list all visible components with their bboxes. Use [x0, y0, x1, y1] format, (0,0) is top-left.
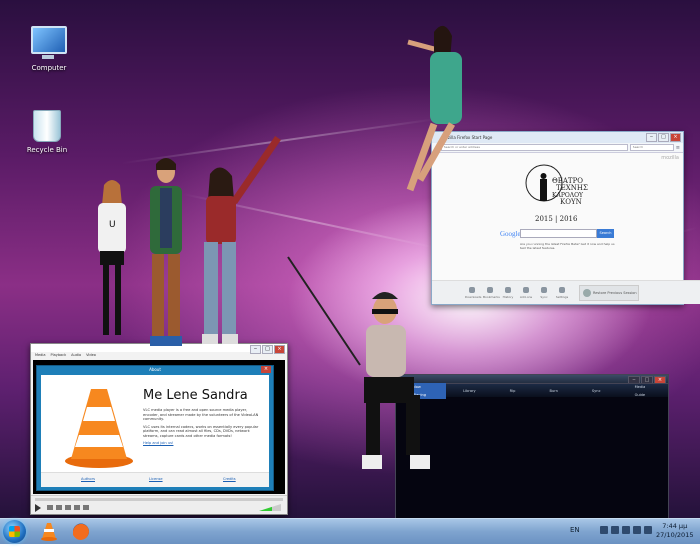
- desktop-background: Computer Recycle Bin Mozilla Firefox Sta…: [0, 0, 700, 518]
- clock[interactable]: 7:44 μμ 27/10/2015: [656, 522, 693, 540]
- gear-icon: [559, 286, 565, 293]
- download-icon: [469, 286, 475, 293]
- close-button[interactable]: ×: [670, 133, 681, 142]
- girl-white-shirt-figure: U: [98, 180, 126, 335]
- restore-icon: [583, 288, 591, 297]
- volume-icon[interactable]: [644, 526, 652, 534]
- menu-media[interactable]: Media: [35, 352, 46, 359]
- restore-session-button[interactable]: Restore Previous Session: [579, 284, 639, 301]
- svg-text:U: U: [109, 220, 116, 230]
- about-content: Me Lene Sandra VLC media player is a fre…: [41, 375, 269, 487]
- authors-link[interactable]: Authors: [81, 477, 95, 481]
- addons-button[interactable]: Add-ons: [519, 286, 533, 299]
- fullscreen-icon[interactable]: [74, 505, 80, 510]
- bookmarks-button[interactable]: Bookmarks: [483, 286, 500, 299]
- desktop-icon-recycle-bin[interactable]: Recycle Bin: [12, 110, 82, 154]
- about-text: VLC media player is a free and open sour…: [143, 408, 259, 438]
- minimize-button[interactable]: ‒: [646, 133, 657, 142]
- tab-sync[interactable]: Sync: [575, 387, 618, 395]
- vlc-controls: [31, 495, 287, 514]
- logo-line: ΚΟΥΝ: [560, 198, 582, 206]
- tab-burn[interactable]: Burn: [532, 387, 574, 395]
- desktop-icon-computer[interactable]: Computer: [14, 26, 84, 72]
- clock-time: 7:44 μμ: [662, 522, 688, 530]
- vlc-cone-icon: [41, 523, 57, 541]
- about-dialog[interactable]: About × Me Lene Sandra VLC media player …: [36, 365, 274, 491]
- credits-link[interactable]: Credits: [223, 477, 236, 481]
- sync-icon: [541, 286, 547, 293]
- search-box[interactable]: Search: [629, 144, 674, 151]
- menu-playback[interactable]: Playback: [51, 352, 67, 359]
- volume-slider[interactable]: [259, 504, 281, 511]
- stop-icon[interactable]: [56, 505, 62, 510]
- sync-button[interactable]: Sync: [537, 286, 551, 299]
- dialog-title-text: About: [149, 367, 161, 372]
- fishing-man-figure: [287, 256, 430, 469]
- tab-library[interactable]: Library: [446, 387, 493, 395]
- help-link[interactable]: Help and join us!: [143, 441, 173, 445]
- tray-app-icon[interactable]: [622, 526, 630, 534]
- next-icon[interactable]: [65, 505, 71, 510]
- taskbar: EN 7:44 μμ 27/10/2015: [0, 518, 700, 544]
- recycle-bin-icon: [33, 110, 61, 142]
- puzzle-icon: [523, 286, 529, 293]
- playlist-icon[interactable]: [83, 505, 89, 510]
- google-label: Google: [500, 230, 521, 238]
- firefox-icon: [73, 523, 89, 540]
- language-indicator[interactable]: EN: [570, 526, 580, 534]
- desktop-icon-label: Computer: [31, 64, 67, 72]
- season-years: 2015 | 2016: [535, 215, 578, 223]
- menu-icon[interactable]: ≡: [676, 145, 680, 151]
- close-button[interactable]: ×: [261, 366, 271, 373]
- tab-rip[interactable]: Rip: [493, 387, 533, 395]
- girl-waving-figure: [406, 25, 462, 192]
- clock-icon: [505, 286, 511, 293]
- google-search-button[interactable]: Search: [597, 229, 614, 238]
- dialog-title[interactable]: About ×: [37, 366, 273, 374]
- google-search-input[interactable]: [520, 229, 597, 238]
- menu-audio[interactable]: Audio: [71, 352, 81, 359]
- taskbar-vlc[interactable]: [34, 520, 64, 543]
- tab-media-guide[interactable]: Media Guide: [618, 383, 668, 399]
- history-button[interactable]: History: [501, 286, 515, 299]
- previous-icon[interactable]: [47, 505, 53, 510]
- tray-up-arrow-icon[interactable]: [600, 526, 608, 534]
- google-logo: Google: [500, 230, 521, 238]
- tray-flag-icon[interactable]: [611, 526, 619, 534]
- man-green-jacket-figure: [150, 158, 182, 346]
- play-icon[interactable]: [35, 504, 41, 512]
- license-link[interactable]: License: [149, 477, 163, 481]
- start-page-toolbar: Downloads Bookmarks History Add-ons Sync…: [432, 280, 700, 304]
- mozilla-brand: mozilla: [661, 155, 679, 161]
- network-icon[interactable]: [633, 526, 641, 534]
- taskbar-firefox[interactable]: [66, 520, 96, 543]
- seek-bar[interactable]: [35, 498, 283, 501]
- girl-pointing-figure: [202, 136, 281, 344]
- downloads-button[interactable]: Downloads: [465, 286, 481, 299]
- theatre-logo-icon: ΘΕΑΤΡΟ ΤΕΧΝΗΣ ΚΑΡΟΛΟΥ ΚΟΥΝ: [525, 164, 588, 206]
- vlc-cone-icon: [65, 389, 133, 468]
- firefox-beta-note: Are you running the latest Firefox Beta?…: [520, 242, 615, 250]
- computer-icon: [31, 26, 67, 59]
- maximize-button[interactable]: □: [658, 133, 669, 142]
- settings-button[interactable]: Settings: [555, 286, 569, 299]
- start-button[interactable]: [3, 520, 26, 543]
- system-tray: [600, 526, 652, 534]
- clock-date: 27/10/2015: [656, 531, 694, 539]
- logo-line: ΤΕΧΝΗΣ: [556, 184, 588, 192]
- about-footer: Authors License Credits: [41, 472, 269, 487]
- star-icon: [487, 286, 493, 293]
- about-heading: Me Lene Sandra: [143, 388, 248, 403]
- desktop-icon-label: Recycle Bin: [26, 146, 68, 154]
